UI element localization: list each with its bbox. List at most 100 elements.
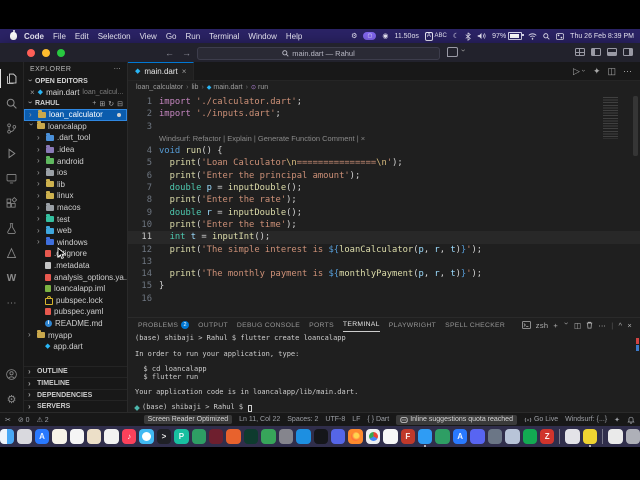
back-button[interactable]: ←	[165, 48, 174, 58]
bluetooth-icon[interactable]	[465, 31, 471, 41]
dock-app-trash[interactable]	[625, 429, 640, 444]
focus-moon-icon[interactable]: ☾	[453, 32, 459, 40]
dock-app-android-studio[interactable]	[191, 429, 206, 444]
zoom-window-button[interactable]	[57, 48, 65, 57]
menu-item-edit[interactable]: Edit	[75, 32, 89, 41]
dock-app-warp[interactable]	[226, 429, 241, 444]
tree-item-test[interactable]: › test	[24, 213, 127, 225]
indentation[interactable]: Spaces: 2	[287, 416, 318, 423]
tree-item-readme-md[interactable]: i README.md	[24, 318, 127, 330]
tree-item-pubspec-lock[interactable]: pubspec.lock	[24, 295, 127, 307]
split-editor-button[interactable]: ◫	[607, 66, 616, 77]
spotlight-icon[interactable]	[543, 32, 550, 40]
tree-item-lib[interactable]: › lib	[24, 179, 127, 191]
cursor-position[interactable]: Ln 11, Col 22	[239, 416, 280, 423]
new-folder-button[interactable]: ⊞	[99, 100, 105, 108]
wifi-icon[interactable]	[528, 32, 537, 40]
more-panel-button[interactable]: ⋯	[598, 321, 606, 330]
section-servers[interactable]: › SERVERS	[24, 400, 127, 412]
dock-app-postgres[interactable]	[505, 429, 520, 444]
tree-item-loan-calculator[interactable]: › loan_calculator	[24, 109, 127, 121]
maximize-panel-button[interactable]: ^	[618, 321, 622, 330]
split-terminal-button[interactable]: ◫	[574, 321, 581, 330]
dock-app-xcode[interactable]	[487, 429, 503, 444]
tree-item-loancalapp[interactable]: › loancalapp	[24, 121, 127, 133]
tree-item--dart-tool[interactable]: › .dart_tool	[24, 132, 127, 144]
dock-app-finder[interactable]	[0, 429, 15, 444]
dock-app-chrome[interactable]	[365, 429, 381, 444]
tree-item--metadata[interactable]: .metadata	[24, 260, 127, 272]
copilot-menu[interactable]: ›	[447, 47, 468, 57]
dock-app-terminal[interactable]: >	[156, 429, 172, 444]
panel-tab-problems[interactable]: PROBLEMS 2	[138, 318, 190, 332]
panel-tab-playwright[interactable]: PLAYWRIGHT	[389, 318, 436, 332]
dock-app-pycharm[interactable]: P	[174, 429, 189, 444]
dock-app-docker[interactable]	[296, 429, 311, 444]
code-editor[interactable]: 1 import './calculator.dart'; 2 import './i…	[128, 94, 640, 317]
breadcrumb-item-run[interactable]: ⊙ run	[251, 84, 268, 91]
customize-layout-icon[interactable]	[575, 48, 585, 56]
tab-main-dart[interactable]: ◆ main.dart ×	[128, 62, 195, 80]
menu-item-view[interactable]: View	[140, 32, 157, 41]
windsurf-icon[interactable]: W	[0, 266, 24, 291]
dock-app-vscode[interactable]	[418, 429, 433, 447]
settings-icon[interactable]: ⚙	[0, 387, 24, 412]
dock-app-downloads-folder[interactable]	[565, 429, 580, 444]
dock-app-notes[interactable]	[52, 429, 67, 444]
screen-reader-mode[interactable]: Screen Reader Optimized	[143, 415, 233, 424]
new-terminal-button[interactable]: +	[553, 321, 558, 330]
dock-app-discord[interactable]	[470, 429, 485, 444]
forward-button[interactable]: →	[182, 48, 191, 58]
dock-app-mongodb[interactable]	[522, 429, 538, 444]
tree-item-linux[interactable]: › linux	[24, 190, 127, 202]
sparkle-icon[interactable]: ✦	[614, 416, 620, 424]
dock-app-firefox[interactable]	[348, 429, 363, 444]
kill-terminal-icon[interactable]	[586, 321, 593, 329]
dock-app-google-app[interactable]	[383, 429, 398, 444]
copilot-quota[interactable]: Inline suggestions quota reached	[396, 414, 517, 425]
dock-app-stickies[interactable]	[582, 429, 598, 447]
dock-app-app-store[interactable]: A	[34, 429, 50, 444]
new-file-button[interactable]: +	[92, 100, 96, 108]
control-center-icon[interactable]	[556, 32, 565, 40]
explorer-icon[interactable]	[0, 66, 24, 91]
dock-app-contacts[interactable]	[87, 429, 102, 444]
panel-tab-terminal[interactable]: TERMINAL	[342, 318, 380, 333]
dock-app-system-settings[interactable]	[278, 429, 294, 444]
tree-item-loancalapp-iml[interactable]: loancalapp.iml	[24, 283, 127, 295]
shield-icon[interactable]: ◉	[382, 32, 388, 40]
dock-app-calendar[interactable]	[69, 429, 85, 444]
tree-item-android[interactable]: › android	[24, 155, 127, 167]
menu-item-run[interactable]: Run	[185, 32, 200, 41]
tree-item-web[interactable]: › web	[24, 225, 127, 237]
open-editors-header[interactable]: › OPEN EDITORS	[24, 76, 127, 87]
minimize-window-button[interactable]	[42, 48, 50, 57]
extensions-icon[interactable]	[0, 191, 24, 216]
dock-app-github-desktop[interactable]	[313, 429, 328, 444]
dock-app-safari[interactable]	[139, 429, 154, 444]
tree-item--gitignore[interactable]: .gitignore	[24, 248, 127, 260]
sidebar-more-button[interactable]: ⋯	[114, 65, 121, 73]
tree-item-myapp[interactable]: › myapp	[24, 329, 127, 341]
launch-profile-chevron[interactable]: ›	[562, 322, 571, 328]
refresh-button[interactable]: ↻	[108, 100, 114, 108]
tree-item-analysis-options-ya-[interactable]: analysis_options.ya...	[24, 271, 127, 283]
dock-app-audio-tool[interactable]	[261, 429, 276, 444]
go-live[interactable]: Go Live	[524, 416, 558, 424]
command-center-search[interactable]: main.dart — Rahul	[197, 47, 440, 60]
encoding[interactable]: UTF-8	[325, 416, 345, 423]
panel-tab-debug-console[interactable]: DEBUG CONSOLE	[237, 318, 300, 332]
tools-icon[interactable]: ✂	[5, 416, 11, 424]
tree-item-app-dart[interactable]: ◆ app.dart	[24, 341, 127, 353]
breadcrumb-item-loan-calculator[interactable]: loan_calculator	[136, 84, 183, 91]
remote-explorer-icon[interactable]	[0, 166, 24, 191]
breadcrumb-item-lib[interactable]: lib	[191, 84, 198, 91]
open-editor-item[interactable]: × ◆ main.dart loan_calcul...	[24, 87, 127, 98]
apple-icon[interactable]	[10, 30, 17, 40]
more-icon[interactable]: ⋯	[0, 291, 24, 316]
language-mode[interactable]: { } Dart	[367, 416, 389, 423]
tree-item-pubspec-yaml[interactable]: pubspec.yaml	[24, 306, 127, 318]
dock-app-photos[interactable]	[104, 429, 119, 444]
panel-tab-spell-checker[interactable]: SPELL CHECKER	[445, 318, 505, 332]
editor-scrollbar[interactable]	[633, 96, 638, 156]
